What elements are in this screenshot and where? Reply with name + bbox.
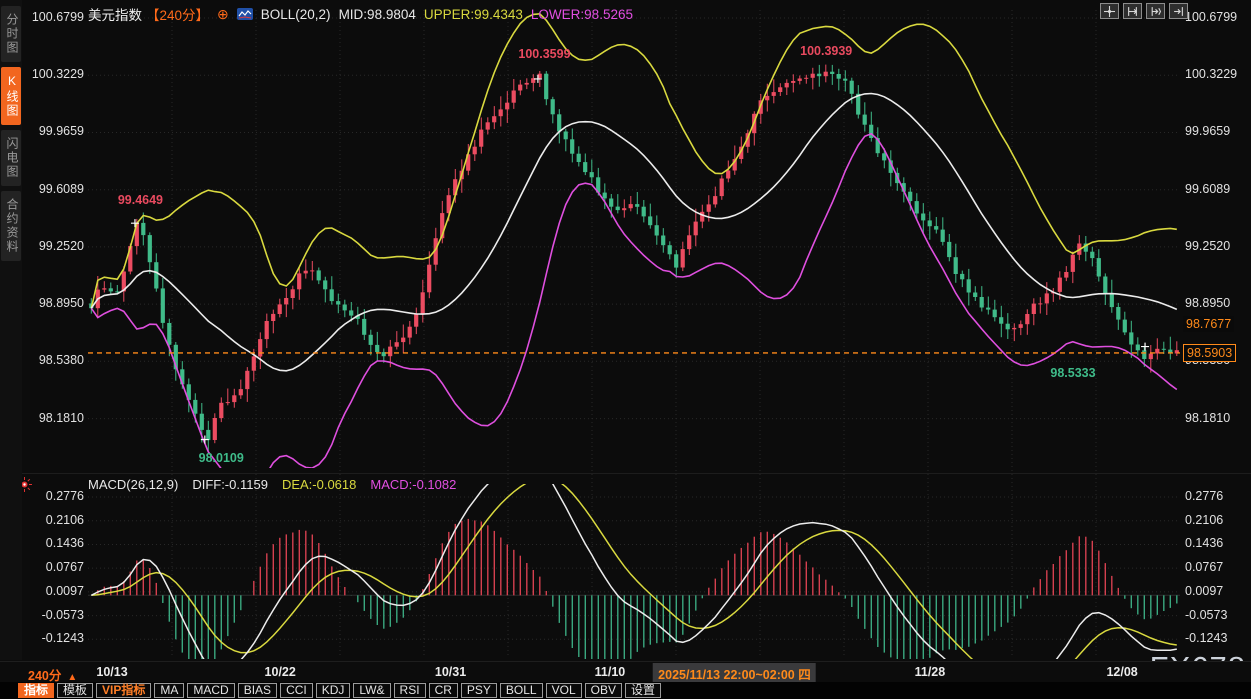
y-axis-tick-label: 99.2520 xyxy=(22,239,84,253)
toolbar-button-obv[interactable]: OBV xyxy=(585,683,622,698)
add-indicator-icon[interactable]: ⊕ xyxy=(217,9,229,19)
period-tag: 【240分】 xyxy=(146,4,209,24)
toolbar-button-bias[interactable]: BIAS xyxy=(238,683,277,698)
toolbar-button-rsi[interactable]: RSI xyxy=(394,683,426,698)
x-axis-date-label: 11/28 xyxy=(915,665,946,679)
toolbar-button-psy[interactable]: PSY xyxy=(461,683,497,698)
macd-diff-value: DIFF:-0.1159 xyxy=(192,477,268,492)
toolbar-button-ma[interactable]: MA xyxy=(154,683,184,698)
price-extreme-annotation: 100.3599 xyxy=(518,47,570,61)
crosshair-icon[interactable] xyxy=(1100,3,1119,19)
y-axis-tick-label: 100.6799 xyxy=(1185,10,1241,24)
toolbar-button-vip-indicator[interactable]: VIP指标 xyxy=(96,683,151,698)
y-axis-tick-label: 100.6799 xyxy=(22,10,84,24)
main-chart-plot[interactable] xyxy=(0,0,1251,699)
toolbar-button-kdj[interactable]: KDJ xyxy=(316,683,351,698)
sidebar-tab-kline-chart[interactable]: K线图 xyxy=(1,67,21,125)
macd-header: MACD(26,12,9) DIFF:-0.1159 DEA:-0.0618 M… xyxy=(88,477,456,492)
panel-divider xyxy=(0,473,1251,474)
y-axis-tick-label: -0.1243 xyxy=(22,631,84,645)
x-axis-date-label: 12/08 xyxy=(1106,665,1137,679)
toolbar-button-lwr[interactable]: LW& xyxy=(353,683,390,698)
y-axis-tick-label: 98.1810 xyxy=(1185,411,1241,425)
sidebar-tab-contract-info[interactable]: 合约资料 xyxy=(1,191,21,261)
toolbar-button-vol[interactable]: VOL xyxy=(546,683,582,698)
y-axis-tick-label: 98.8950 xyxy=(22,296,84,310)
y-axis-tick-label: 99.2520 xyxy=(1185,239,1241,253)
boll-upper-value: UPPER:99.4343 xyxy=(424,7,523,22)
price-extreme-annotation: 99.4649 xyxy=(118,193,163,207)
toolbar-button-cci[interactable]: CCI xyxy=(280,683,313,698)
y-axis-tick-label: 0.2106 xyxy=(1185,513,1241,527)
y-axis-tick-label: 0.0767 xyxy=(22,560,84,574)
x-axis-date-label: 10/31 xyxy=(435,665,466,679)
macd-macd-value: MACD:-0.1082 xyxy=(370,477,456,492)
y-axis-tick-label: 98.8950 xyxy=(1185,296,1241,310)
toolbar-button-template[interactable]: 模板 xyxy=(57,683,93,698)
x-axis-date-label: 10/22 xyxy=(265,665,296,679)
toolbar-button-cr[interactable]: CR xyxy=(429,683,458,698)
x-axis-date-label: 11/10 xyxy=(595,665,626,679)
y-axis-tick-label: 100.3229 xyxy=(22,67,84,81)
expand-axis-icon[interactable] xyxy=(1146,3,1165,19)
chart-tool-buttons xyxy=(1100,3,1188,19)
y-axis-tick-label: -0.1243 xyxy=(1185,631,1241,645)
price-extreme-annotation: 98.0109 xyxy=(199,451,244,465)
y-axis-tick-label: 0.0097 xyxy=(22,584,84,598)
macd-dea-value: DEA:-0.0618 xyxy=(282,477,356,492)
y-axis-tick-label: 0.0097 xyxy=(1185,584,1241,598)
current-price-tag: 98.5903 xyxy=(1183,344,1236,362)
sidebar-tab-time-share-chart[interactable]: 分时图 xyxy=(1,6,21,62)
trading-app-window: 分时图 K线图闪电图合约资料 美元指数 【240分】 ⊕ BOLL(20,2) M… xyxy=(0,0,1251,699)
y-axis-tick-label: 98.1810 xyxy=(22,411,84,425)
toolbar-button-settings[interactable]: 设置 xyxy=(625,683,661,698)
price-extreme-annotation: 100.3939 xyxy=(800,44,852,58)
y-axis-tick-label: -0.0573 xyxy=(22,608,84,622)
y-axis-tick-label: 99.6089 xyxy=(1185,182,1241,196)
x-axis-date-label: 10/13 xyxy=(96,665,127,679)
y-axis-tick-label: 99.9659 xyxy=(1185,124,1241,138)
goto-latest-icon[interactable] xyxy=(1169,3,1188,19)
boll-mid-value: MID:98.9804 xyxy=(339,7,416,22)
compress-axis-icon[interactable] xyxy=(1123,3,1142,19)
toolbar-button-macd[interactable]: MACD xyxy=(187,683,234,698)
sidebar-tab-lightning-chart[interactable]: 闪电图 xyxy=(1,130,21,186)
prev-price-tag: 98.7677 xyxy=(1183,316,1234,332)
y-axis-tick-label: 99.9659 xyxy=(22,124,84,138)
toolbar-button-boll[interactable]: BOLL xyxy=(500,683,543,698)
symbol-name: 美元指数 xyxy=(88,4,142,24)
chart-type-sidebar: 分时图 K线图闪电图合约资料 xyxy=(0,0,22,660)
y-axis-tick-label: 100.3229 xyxy=(1185,67,1241,81)
selected-candle-time: 2025/11/13 22:00~02:00 四 xyxy=(653,663,816,684)
period-selector-label: 240分 xyxy=(28,669,61,683)
y-axis-tick-label: 0.1436 xyxy=(1185,536,1241,550)
macd-title: MACD(26,12,9) xyxy=(88,477,178,492)
y-axis-tick-label: 99.6089 xyxy=(22,182,84,196)
price-extreme-annotation: 98.5333 xyxy=(1050,366,1095,380)
y-axis-tick-label: 0.2106 xyxy=(22,513,84,527)
main-chart-header: 美元指数 【240分】 ⊕ BOLL(20,2) MID:98.9804 UPP… xyxy=(88,4,633,24)
time-axis: 240分▲ 2025/11/13 22:00~02:00 四 10/1310/2… xyxy=(0,661,1251,683)
mini-chart-icon xyxy=(237,8,253,20)
y-axis-tick-label: 0.0767 xyxy=(1185,560,1241,574)
y-axis-tick-label: 0.1436 xyxy=(22,536,84,550)
y-axis-tick-label: 98.5380 xyxy=(22,353,84,367)
indicator-toolbar: 指标模板VIP指标MAMACD BIASCCIKDJLW&RSICRPSYBOLL… xyxy=(0,682,1251,699)
y-axis-tick-label: 0.2776 xyxy=(1185,489,1241,503)
boll-label: BOLL(20,2) xyxy=(261,7,331,22)
boll-lower-value: LOWER:98.5265 xyxy=(531,7,633,22)
toolbar-button-indicator[interactable]: 指标 xyxy=(18,683,54,698)
y-axis-tick-label: -0.0573 xyxy=(1185,608,1241,622)
